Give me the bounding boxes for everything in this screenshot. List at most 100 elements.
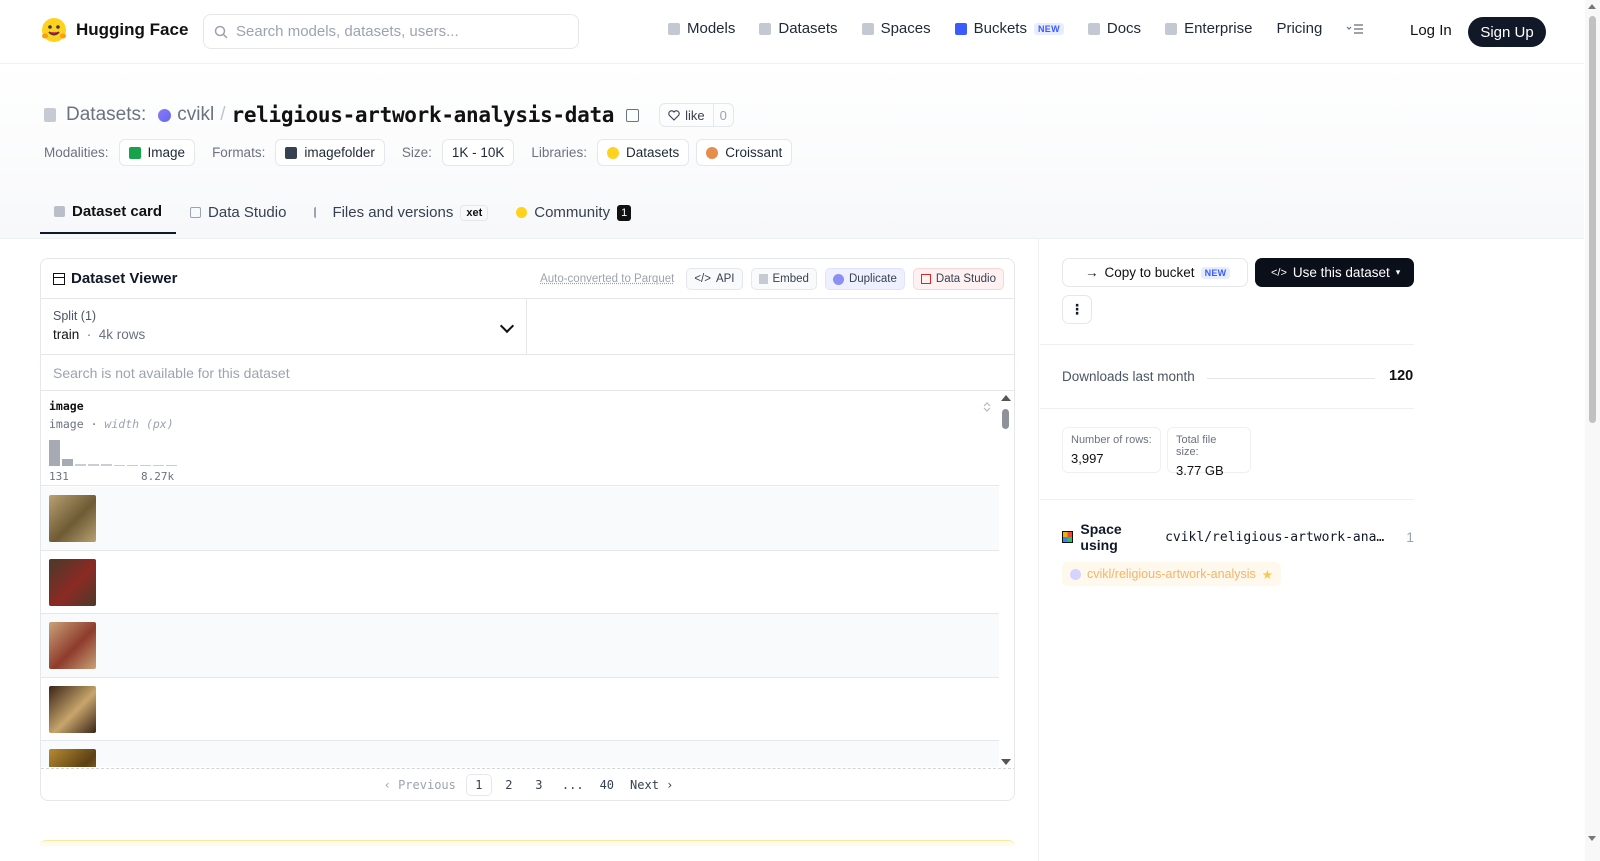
data-studio-button[interactable]: Data Studio [912,268,1004,290]
next-label: Next [630,778,659,792]
nav-docs[interactable]: Docs [1087,20,1141,37]
duplicate-icon [832,273,844,285]
like-button[interactable]: like 0 [659,103,734,127]
nav-more-menu[interactable] [1346,23,1364,35]
histogram-bar[interactable] [49,440,60,466]
login-link[interactable]: Log In [1410,22,1452,39]
histogram-bar[interactable] [88,464,99,466]
copy-icon[interactable] [626,108,640,122]
nav-buckets[interactable]: Buckets NEW [954,20,1064,37]
copy-to-bucket-button[interactable]: → Copy to bucket NEW [1062,258,1248,287]
next-page-button[interactable]: Next › [624,774,679,796]
page-2-button[interactable]: 2 [496,774,522,796]
page-scroll-up-icon[interactable] [1588,4,1596,9]
library-chip-croissant[interactable]: Croissant [696,139,793,166]
title-prefix[interactable]: Datasets: [66,104,146,126]
table-row[interactable] [41,550,999,614]
sidebar-divider [1038,239,1039,861]
pagination: ‹ Previous 1 2 3 ... 40 Next › [41,768,1014,800]
previous-page-button[interactable]: ‹ Previous [378,774,462,796]
column-name: image [49,399,84,413]
histogram-bar[interactable] [153,465,164,466]
table-row[interactable] [41,741,999,767]
histogram-bar[interactable] [75,464,86,466]
tab-community[interactable]: Community 1 [502,191,645,234]
scroll-down-icon[interactable] [1001,759,1011,765]
search-input[interactable] [236,23,556,40]
top-navigation: Hugging Face Models Datasets Spaces Buck… [0,0,1584,64]
nav-pricing[interactable]: Pricing [1276,20,1322,37]
new-badge: NEW [1033,22,1064,35]
tab-files-versions[interactable]: Files and versions xet [300,191,502,234]
size-chip[interactable]: 1K - 10K [441,139,515,166]
rows-label: Number of rows: [1071,434,1152,446]
table-row[interactable] [41,614,999,678]
more-options-button[interactable]: ⋮ [1062,295,1092,324]
artwork-thumbnail[interactable] [49,749,96,767]
code-icon: </> [694,273,711,285]
modality-chip[interactable]: Image [118,139,196,166]
viewer-title-text: Dataset Viewer [71,270,178,287]
page-1-button[interactable]: 1 [465,774,492,796]
sort-icon[interactable] [983,401,991,413]
scroll-up-icon[interactable] [1001,395,1011,401]
page-3-button[interactable]: 3 [526,774,552,796]
viewer-scrollbar[interactable] [998,393,1014,767]
nav-enterprise[interactable]: Enterprise [1165,20,1252,37]
grid-icon [53,272,65,285]
page-40-button[interactable]: 40 [594,774,620,796]
nav-links: Models Datasets Spaces Buckets NEW Docs … [668,20,1388,37]
tab-data-studio[interactable]: Data Studio [176,191,300,234]
page-scroll-down-icon[interactable] [1588,836,1596,841]
format-chip[interactable]: imagefolder [275,139,385,166]
nav-datasets[interactable]: Datasets [759,20,838,37]
use-this-dataset-button[interactable]: </> Use this dataset ▾ [1255,258,1414,287]
rows-value: 3,997 [1071,451,1104,466]
signup-button[interactable]: Sign Up [1468,17,1546,47]
artwork-thumbnail[interactable] [49,495,96,542]
artwork-thumbnail[interactable] [49,685,96,733]
like-label-wrap[interactable]: like [660,104,714,126]
repo-owner[interactable]: cvikl [177,104,214,126]
spaces-icon [1062,531,1074,543]
histogram-bar[interactable] [166,465,177,466]
enterprise-icon [1165,22,1178,35]
api-button[interactable]: </> API [686,268,743,290]
search-box[interactable] [203,14,579,49]
artwork-thumbnail[interactable] [49,622,96,669]
histogram-bar[interactable] [101,464,112,466]
histogram-bar[interactable] [140,465,151,466]
viewer-actions: Auto-converted to Parquet </> API Embed … [540,268,1004,290]
nav-spaces[interactable]: Spaces [861,20,931,37]
artwork-thumbnail[interactable] [49,558,96,606]
table-row[interactable] [41,487,999,551]
space-link-chip[interactable]: cvikl/religious-artwork-analysis ★ [1062,562,1282,586]
star-icon: ★ [1261,567,1274,582]
duplicate-button[interactable]: Duplicate [824,268,905,290]
spaces-using-title: Space using [1080,521,1122,553]
scroll-thumb[interactable] [1002,409,1009,429]
histogram-bar[interactable] [62,459,73,466]
viewer-search-disabled: Search is not available for this dataset [41,355,1014,391]
spaces-icon [861,22,874,35]
width-histogram[interactable] [49,439,179,466]
page-scroll-thumb[interactable] [1589,16,1596,423]
page-scrollbar[interactable] [1585,0,1600,861]
sidebar-separator [1040,499,1414,500]
histogram-bar[interactable] [127,465,138,466]
spaces-using-count: 1 [1406,529,1414,545]
embed-button[interactable]: Embed [750,268,817,290]
auto-converted-link[interactable]: Auto-converted to Parquet [540,273,674,285]
library-croissant: Croissant [725,145,783,160]
repo-name[interactable]: religious-artwork-analysis-data [232,103,615,127]
histogram-bar[interactable] [114,465,125,466]
tab-dataset-card[interactable]: Dataset card [40,191,177,234]
library-chip-datasets[interactable]: Datasets [596,139,690,166]
split-selector[interactable]: Split (1) train · 4k rows [41,299,527,354]
column-header-image[interactable]: image image · width (px) 131 8.27k [41,391,999,486]
brand[interactable]: Hugging Face [40,16,188,44]
nav-models[interactable]: Models [668,20,735,37]
brand-name: Hugging Face [76,20,189,39]
embed-label: Embed [772,273,809,285]
table-row[interactable] [41,677,999,741]
